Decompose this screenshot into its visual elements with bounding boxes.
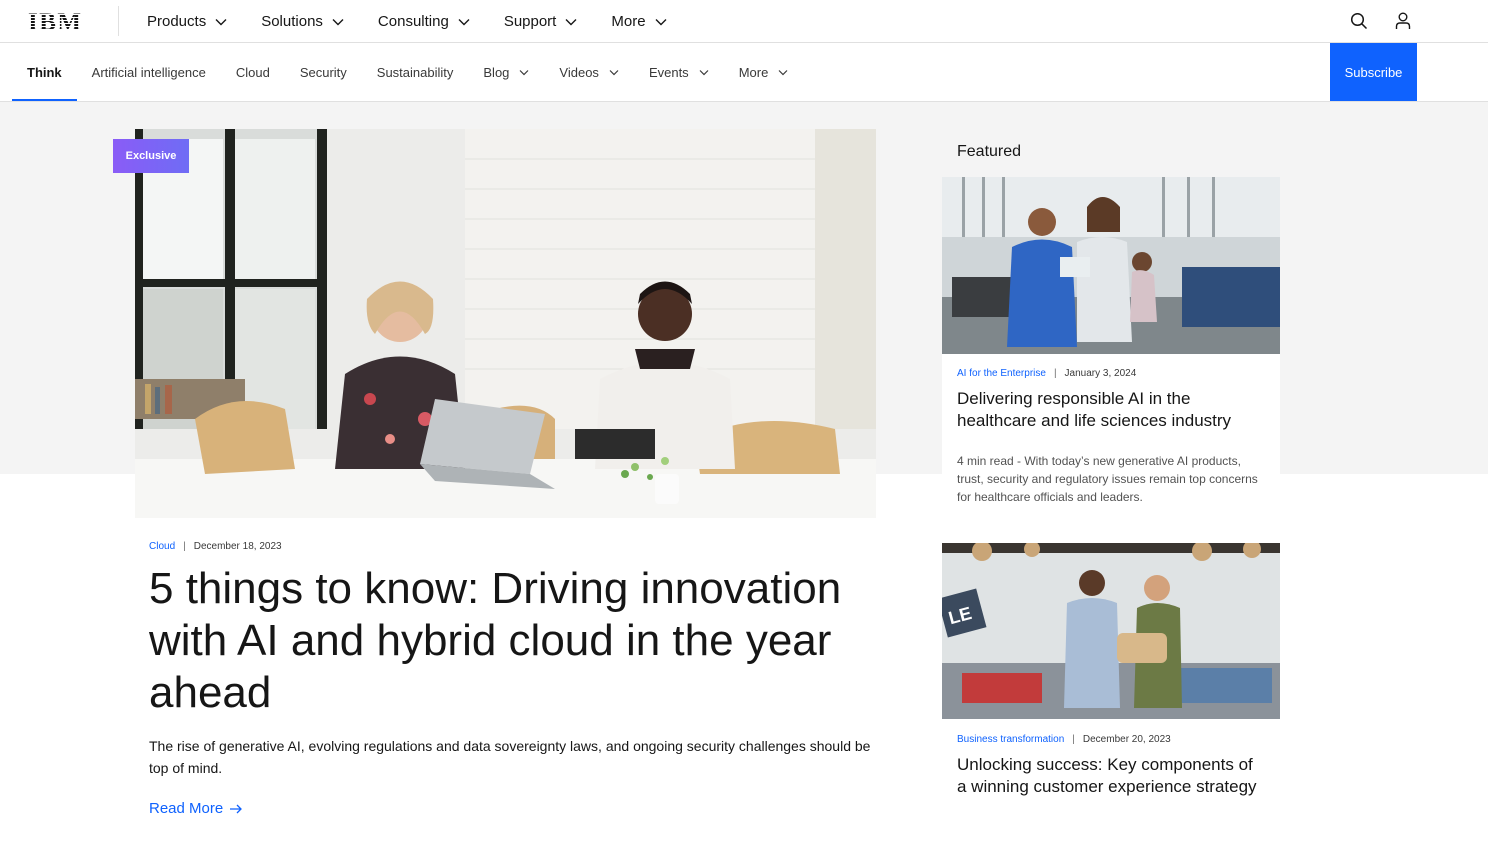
chevron-down-icon: [565, 18, 577, 25]
hero-image[interactable]: [135, 129, 876, 518]
chevron-down-icon: [609, 69, 619, 75]
subnav-label: Videos: [559, 64, 599, 80]
subnav-sustainability[interactable]: Sustainability: [362, 43, 469, 101]
subnav-items: Think Artificial intelligence Cloud Secu…: [12, 43, 803, 101]
card-category-link[interactable]: Business transformation: [957, 734, 1064, 745]
topnav-consulting[interactable]: Consulting: [361, 0, 487, 43]
chevron-down-icon: [458, 18, 470, 25]
top-nav: Products Solutions Consulting Support Mo…: [130, 0, 684, 43]
hero-category-link[interactable]: Cloud: [149, 541, 175, 552]
arrow-right-icon: [230, 804, 243, 813]
hero-description: The rise of generative AI, evolving regu…: [149, 738, 871, 776]
featured-heading: Featured: [957, 143, 1022, 160]
masthead: IBM Products Solutions Consulting Suppor…: [0, 0, 1488, 43]
subnav-more[interactable]: More: [724, 43, 804, 101]
masthead-divider: [118, 6, 119, 36]
card-category-link[interactable]: AI for the Enterprise: [957, 368, 1046, 379]
featured-card: LE Business transformation | December 20…: [942, 543, 1280, 844]
topnav-label: Support: [503, 13, 557, 30]
topnav-label: Products: [147, 13, 207, 30]
card-title[interactable]: Delivering responsible AI in the healthc…: [957, 388, 1265, 432]
card-description: 4 min read - With today’s new generative…: [957, 454, 1258, 504]
subnav-cloud[interactable]: Cloud: [221, 43, 285, 101]
search-icon: [1350, 12, 1368, 30]
subnav-label: More: [738, 64, 769, 80]
subnav-label: Sustainability: [376, 64, 454, 80]
user-icon: [1395, 12, 1411, 29]
topnav-support[interactable]: Support: [487, 0, 595, 43]
hero-date: December 18, 2023: [193, 541, 282, 552]
subnav-label: Artificial intelligence: [91, 64, 206, 80]
subnav-label: Events: [648, 64, 689, 80]
subnav-artificial-intelligence[interactable]: Artificial intelligence: [77, 43, 221, 101]
subnav-label: Cloud: [235, 64, 270, 80]
chevron-down-icon: [655, 18, 667, 25]
exclusive-badge: Exclusive: [113, 139, 189, 173]
card-meta: Business transformation | December 20, 2…: [957, 734, 1171, 745]
chevron-down-icon: [699, 69, 709, 75]
subnav-blog[interactable]: Blog: [468, 43, 544, 101]
subnav-events[interactable]: Events: [634, 43, 724, 101]
chevron-down-icon: [215, 18, 227, 25]
ibm-logo[interactable]: IBM: [28, 9, 82, 36]
topnav-solutions[interactable]: Solutions: [244, 0, 361, 43]
read-more-link[interactable]: Read More: [149, 800, 243, 817]
topnav-products[interactable]: Products: [130, 0, 244, 43]
meta-separator: |: [1072, 734, 1075, 745]
subnav-videos[interactable]: Videos: [544, 43, 634, 101]
chevron-down-icon: [778, 69, 788, 75]
subnav-think[interactable]: Think: [12, 43, 77, 101]
card-meta: AI for the Enterprise | January 3, 2024: [957, 368, 1136, 379]
topnav-more[interactable]: More: [594, 0, 683, 43]
read-more-label: Read More: [149, 800, 224, 817]
subnav-security[interactable]: Security: [285, 43, 362, 101]
card-date: December 20, 2023: [1082, 734, 1171, 745]
card-image[interactable]: LE: [942, 543, 1280, 719]
featured-card: AI for the Enterprise | January 3, 2024 …: [942, 177, 1280, 517]
hero-title[interactable]: 5 things to know: Driving innovation wit…: [149, 563, 879, 719]
topnav-label: Consulting: [377, 13, 449, 30]
chevron-down-icon: [332, 18, 344, 25]
svg-text:IBM: IBM: [28, 9, 81, 33]
topnav-label: Solutions: [261, 13, 323, 30]
topnav-label: More: [611, 13, 646, 30]
card-title[interactable]: Unlocking success: Key components of a w…: [957, 754, 1265, 798]
subnav-label: Think: [27, 64, 62, 80]
chevron-down-icon: [519, 69, 529, 75]
card-date: January 3, 2024: [1064, 368, 1137, 379]
meta-separator: |: [183, 541, 186, 552]
user-button[interactable]: [1388, 6, 1418, 36]
hero-meta: Cloud | December 18, 2023: [149, 541, 282, 552]
subscribe-button[interactable]: Subscribe: [1330, 43, 1417, 101]
meta-separator: |: [1053, 368, 1057, 379]
card-image[interactable]: [942, 177, 1280, 354]
subnav-label: Blog: [483, 64, 510, 80]
search-button[interactable]: [1344, 6, 1374, 36]
subnav-label: Security: [299, 64, 347, 80]
sub-nav: Think Artificial intelligence Cloud Secu…: [0, 43, 1488, 102]
